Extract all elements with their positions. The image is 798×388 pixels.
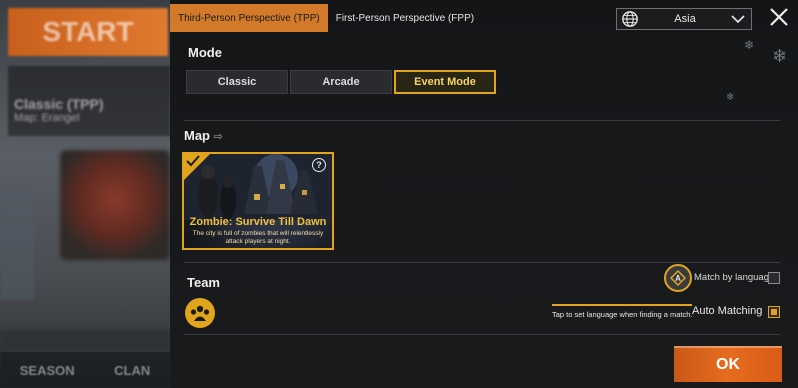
perspective-tabs: Third-Person Perspective (TPP) First-Per… <box>170 4 482 32</box>
globe-icon <box>622 11 638 27</box>
ok-button[interactable]: OK <box>674 346 782 382</box>
snowflake-icon: ❄ <box>772 46 788 66</box>
map-description: The city is full of zombies that will re… <box>192 230 324 245</box>
background-vehicle <box>60 150 170 260</box>
section-divider <box>184 120 780 121</box>
background-side-panel <box>0 190 34 300</box>
mode-section-label: Mode <box>188 45 222 60</box>
language-tooltip: Tap to set language when finding a match… <box>552 310 693 319</box>
match-by-language-label: Match by language <box>694 272 775 283</box>
language-icon: A <box>670 270 686 286</box>
region-select[interactable]: Asia <box>616 8 752 30</box>
snowflake-icon: ❄ <box>744 38 755 52</box>
auto-matching-checkbox[interactable] <box>768 306 780 318</box>
team-members-icon <box>190 305 210 321</box>
squad-icon[interactable] <box>185 298 215 328</box>
background-map-label: Map: Erangel <box>14 112 80 124</box>
team-section-label: Team <box>187 275 220 290</box>
background-bottom-nav: SEASON CLAN <box>0 352 170 388</box>
mode-arcade-button[interactable]: Arcade <box>290 70 392 94</box>
snowflake-icon: ❄ <box>726 92 735 103</box>
language-badge[interactable]: A <box>664 264 692 292</box>
map-card-zombie[interactable]: ? Zombie: Survive Till Dawn The city is … <box>182 152 334 250</box>
checkbox-checked-fill <box>771 309 777 315</box>
auto-matching-label: Auto Matching <box>692 305 763 317</box>
tab-tpp[interactable]: Third-Person Perspective (TPP) <box>170 4 328 32</box>
mode-event-button[interactable]: Event Mode <box>394 70 496 94</box>
background-bar <box>0 330 170 350</box>
background-mode-label: Classic (TPP) <box>14 96 104 112</box>
mode-select-dialog: Third-Person Perspective (TPP) First-Per… <box>170 0 798 388</box>
region-label: Asia <box>674 13 696 25</box>
tooltip-pointer-line <box>552 304 692 306</box>
mode-classic-button[interactable]: Classic <box>186 70 288 94</box>
map-section-title: Map <box>184 128 210 143</box>
tab-fpp[interactable]: First-Person Perspective (FPP) <box>328 4 482 32</box>
svg-text:A: A <box>675 274 681 283</box>
help-icon[interactable]: ? <box>312 158 326 172</box>
mode-options: Classic Arcade Event Mode <box>186 70 496 94</box>
section-divider <box>184 262 780 263</box>
map-title: Zombie: Survive Till Dawn <box>189 216 327 228</box>
background-start-button: START <box>8 8 168 56</box>
section-divider <box>184 334 780 335</box>
close-icon[interactable] <box>768 6 790 28</box>
background-clan-label: CLAN <box>114 362 151 378</box>
background-mode-panel: Classic (TPP) Map: Erangel <box>8 66 170 136</box>
match-by-language-checkbox[interactable] <box>768 272 780 284</box>
chevron-down-icon <box>731 15 745 24</box>
arrow-right-icon: ⇨ <box>213 131 223 143</box>
map-section-label: Map ⇨ <box>184 128 223 143</box>
background-season-label: SEASON <box>19 362 75 378</box>
checkmark-icon <box>186 155 200 167</box>
